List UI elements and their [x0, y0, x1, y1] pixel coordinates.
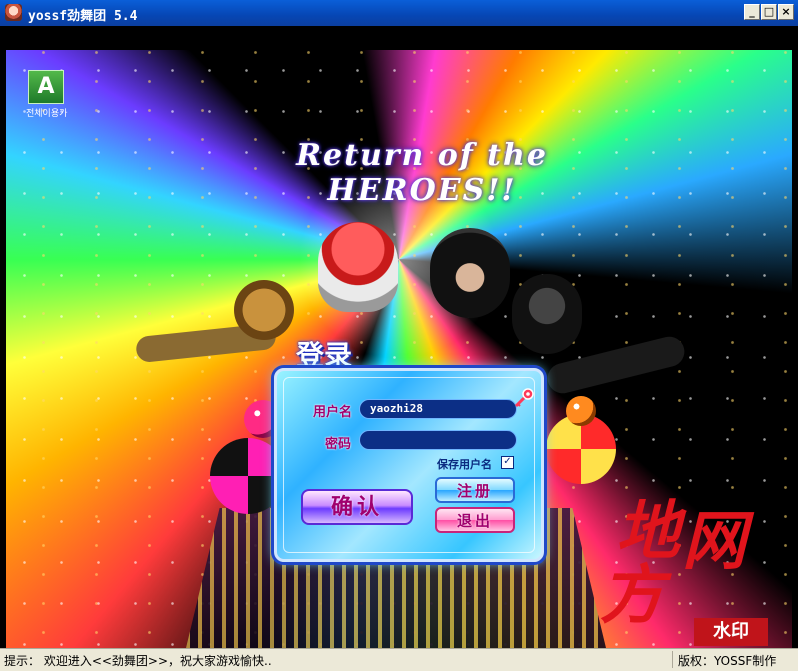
game-title: Return of the HEROES!!: [296, 138, 548, 208]
minimize-button[interactable]: _: [744, 4, 760, 20]
close-button[interactable]: ×: [778, 4, 794, 20]
password-label: 密码: [325, 437, 352, 452]
login-panel: 用户名 yaozhi28 密码 保存用户名 ✓ 确认 注册 退出: [274, 368, 544, 562]
watermark-char: 网: [682, 504, 746, 579]
maximize-button[interactable]: □: [761, 4, 777, 20]
status-tip: 提示： 欢迎进入<<劲舞团>>，祝大家游戏愉快..: [4, 654, 272, 668]
exit-button[interactable]: 退出: [435, 507, 515, 533]
top-strip: [0, 26, 798, 50]
remember-username-checkbox[interactable]: ✓: [501, 456, 514, 469]
ninja-character: [430, 228, 510, 318]
status-copyright: 版权：YOSSF制作: [678, 654, 777, 668]
rating-caption: 전체이용가: [26, 109, 68, 119]
register-button[interactable]: 注册: [435, 477, 515, 503]
title-bar[interactable]: yossf劲舞团 5.4 _ □ ×: [0, 0, 798, 26]
username-input[interactable]: yaozhi28: [359, 399, 517, 419]
app-icon[interactable]: [5, 4, 22, 21]
confirm-button[interactable]: 确认: [301, 489, 413, 525]
rating-mark-icon: A: [28, 70, 64, 104]
remember-username-label: 保存用户名: [437, 458, 492, 471]
status-divider: [672, 651, 673, 668]
watermark-stamp: 水印: [694, 618, 768, 646]
robot-character: [318, 222, 398, 312]
age-rating-logo: A 전체이용가: [26, 70, 68, 119]
leopard-character: [234, 280, 294, 340]
username-label: 用户名: [313, 405, 353, 420]
key-icon: [514, 388, 534, 408]
window-title: yossf劲舞团 5.4: [28, 9, 138, 24]
status-bar: 提示： 欢迎进入<<劲舞团>>，祝大家游戏愉快.. 版权：YOSSF制作: [0, 648, 798, 671]
gorilla-character: [512, 274, 582, 354]
disco-ball: [566, 396, 596, 426]
watermark-char: 方: [600, 558, 664, 633]
password-input[interactable]: [359, 430, 517, 450]
game-scene: A 전체이용가 Return of the HEROES!! 登录 用户名 ya…: [6, 50, 792, 648]
watermark: 地 网 方 水印: [596, 480, 792, 648]
